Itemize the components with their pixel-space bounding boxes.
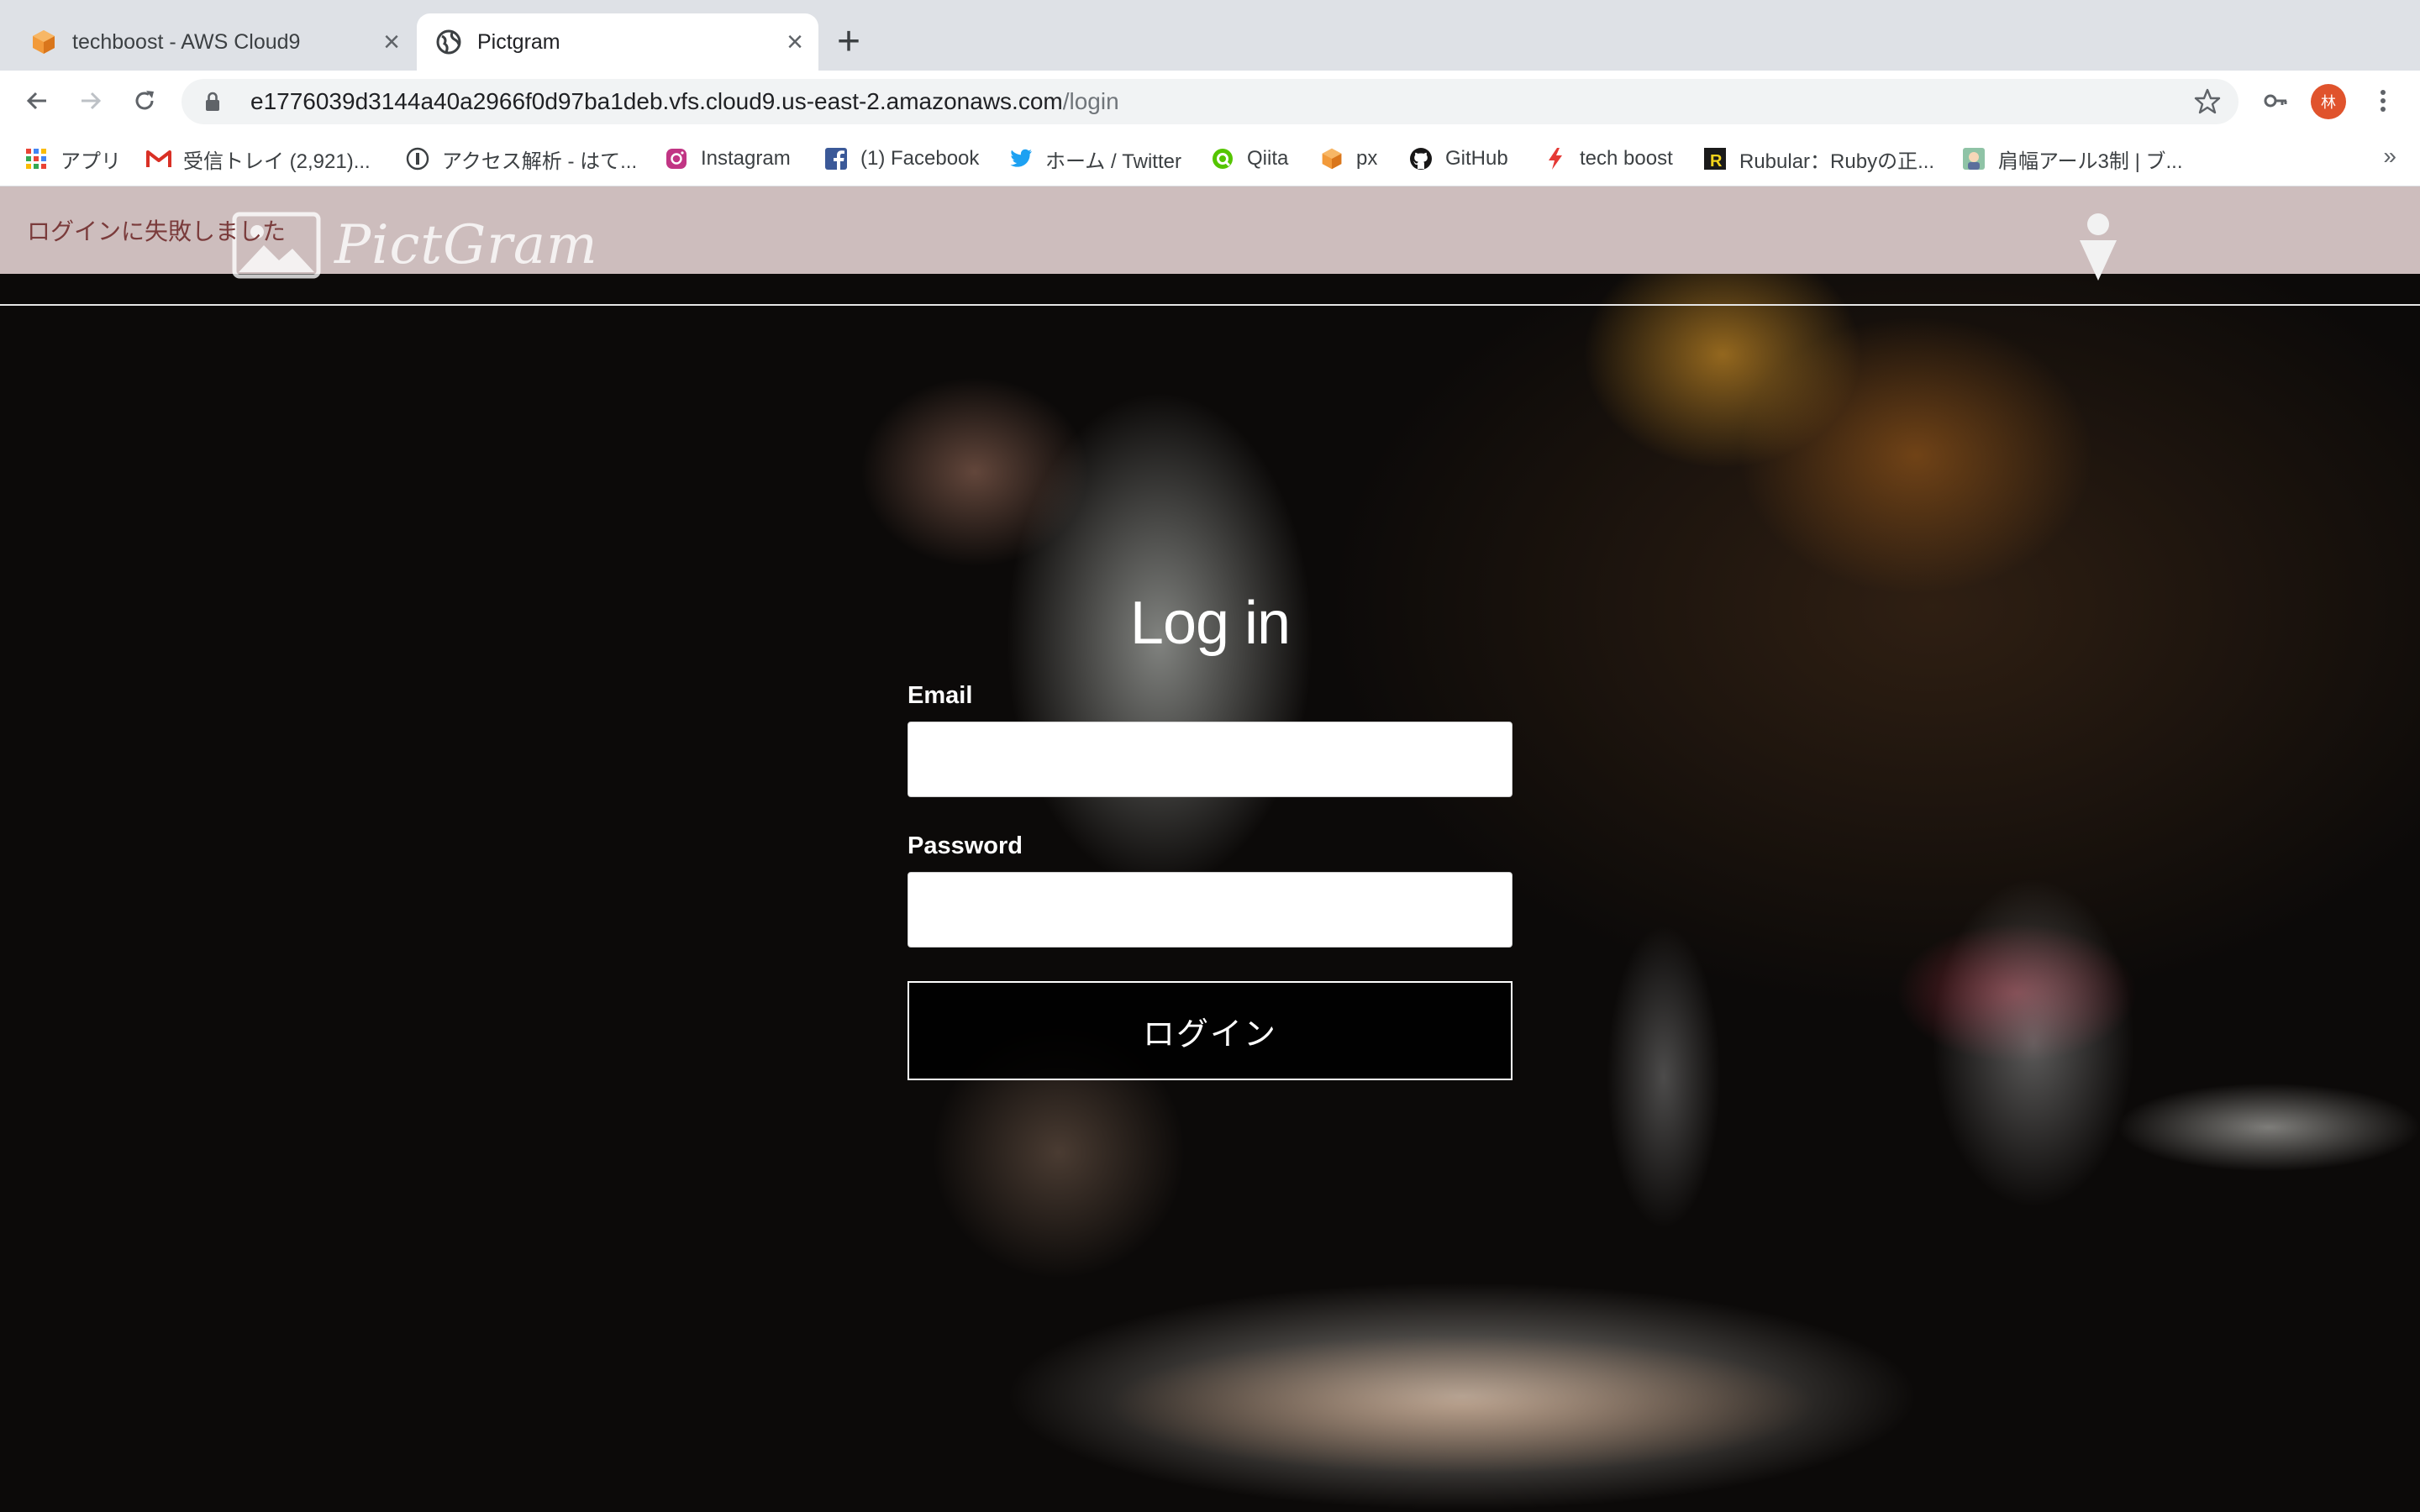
more-vertical-icon [2381,90,2386,112]
bookmark-label: 肩幅アール3制 | ブ... [1998,150,2183,173]
bookmark-facebook[interactable]: (1) Facebook [823,143,979,175]
bookmark-instagram[interactable]: Instagram [664,143,791,175]
instagram-icon [664,146,689,171]
bookmark-label: GitHub [1445,147,1508,170]
hatena-icon [405,146,430,171]
bookmark-label: ホーム / Twitter [1045,150,1181,173]
bookmark-hatena[interactable]: アクセス解析 - はて... [405,143,637,175]
user-icon[interactable] [2077,212,2119,281]
login-button[interactable]: ログイン [908,981,1512,1080]
tab-strip: techboost - AWS Cloud9 × Pictgram × + [0,0,2420,71]
pictgram-logo-link[interactable]: PictGram [232,212,598,279]
url-path: /login [1062,88,1119,114]
bookmark-label: Rubular：Rubyの正... [1739,150,1935,173]
bookmark-star-icon[interactable] [2193,87,2222,116]
reload-button[interactable] [126,82,163,119]
password-label: Password [908,832,1023,859]
bookmarks-bar: アプリ 受信トレイ (2,921)... アクセス解析 - はて... Inst… [0,131,2420,186]
bookmark-apps[interactable]: アプリ [24,143,121,175]
login-title: Log in [1129,590,1291,657]
gmail-icon [146,146,171,171]
bookmark-label: tech boost [1580,147,1673,170]
email-field-group: Email [908,682,1512,797]
reload-icon [135,91,154,110]
bookmark-label: px [1356,147,1378,170]
email-field[interactable] [908,722,1512,797]
bookmark-label: Qiita [1247,147,1289,170]
github-icon [1408,146,1434,171]
facebook-icon [823,146,849,171]
svg-text:R: R [1710,152,1723,171]
twitter-icon [1008,146,1034,171]
pictgram-login-page: ログインに失敗しました PictGram Log in Email Passwo… [0,186,2420,1512]
browser-window: techboost - AWS Cloud9 × Pictgram × + e1… [0,0,2420,1512]
lock-icon [206,92,219,111]
avatar-thumbnail-icon [1961,146,1986,171]
bookmark-label: 受信トレイ (2,921)... [183,150,371,173]
flash-message: ログインに失敗しました [27,218,287,244]
globe-icon [436,29,461,55]
url-text: e1776039d3144a40a2966f0d97ba1deb.vfs.clo… [250,88,1119,115]
cube-icon [1319,146,1344,171]
email-label: Email [908,682,973,709]
bookmark-github[interactable]: GitHub [1408,143,1508,175]
back-button[interactable] [18,82,55,119]
bookmark-rubular[interactable]: R Rubular：Rubyの正... [1702,143,1934,175]
bookmark-tech-boost[interactable]: tech boost [1543,143,1673,175]
passwords-key-button[interactable] [2257,82,2294,119]
browser-menu-button[interactable] [2365,82,2402,119]
bookmark-label: アクセス解析 - はて... [442,150,638,173]
tab-pictgram[interactable]: Pictgram × [417,13,818,71]
close-tab-icon[interactable]: × [383,28,400,56]
bookmark-gmail[interactable]: 受信トレイ (2,921)... [146,143,371,175]
brand-name: PictGram [334,214,598,276]
password-field-group: Password [908,832,1512,948]
login-form: Log in Email Password ログイン [908,581,1512,1080]
bookmark-label: (1) Facebook [860,147,980,170]
address-bar[interactable]: e1776039d3144a40a2966f0d97ba1deb.vfs.clo… [182,79,2238,124]
apps-grid-icon [24,146,49,171]
bookmark-label: アプリ [60,150,121,173]
profile-avatar[interactable]: 林 [2311,84,2346,119]
rubular-icon: R [1702,146,1728,171]
new-tab-button[interactable]: + [837,20,860,64]
tab-title: Pictgram [477,29,560,54]
browser-toolbar: e1776039d3144a40a2966f0d97ba1deb.vfs.clo… [0,71,2420,131]
header-divider [0,304,2420,306]
url-host: e1776039d3144a40a2966f0d97ba1deb.vfs.clo… [250,88,1063,114]
bookmark-qiita[interactable]: Qiita [1210,143,1288,175]
qiita-icon [1210,146,1235,171]
arrow-left-icon [26,92,46,110]
tab-title: techboost - AWS Cloud9 [72,29,301,54]
bookmark-px[interactable]: px [1319,143,1377,175]
bookmark-twitter[interactable]: ホーム / Twitter [1008,143,1181,175]
bookmark-blog[interactable]: 肩幅アール3制 | ブ... [1961,143,2182,175]
cloud9-cube-icon [33,30,55,54]
bookmarks-overflow-button[interactable]: » [2383,143,2396,170]
forward-button[interactable] [72,82,109,119]
bolt-icon [1543,146,1568,171]
close-tab-icon[interactable]: × [786,28,803,56]
key-icon [2264,94,2287,108]
password-field[interactable] [908,872,1512,948]
tab-techboost-cloud9[interactable]: techboost - AWS Cloud9 × [12,13,415,71]
bookmark-label: Instagram [701,147,791,170]
arrow-right-icon [82,92,102,110]
